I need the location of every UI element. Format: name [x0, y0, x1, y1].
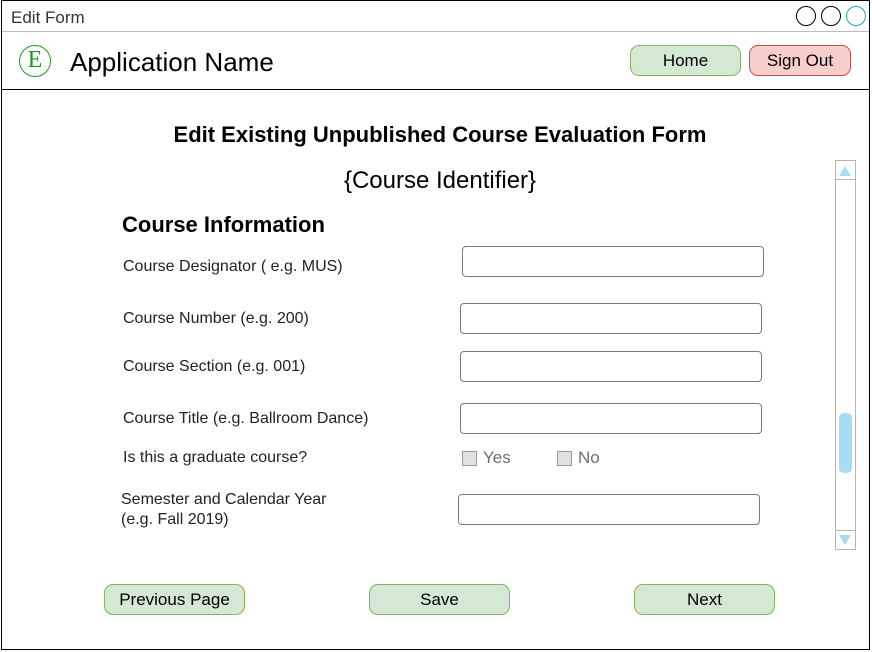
home-button[interactable]: Home [630, 45, 741, 76]
course-section-input[interactable] [460, 351, 762, 382]
course-number-label: Course Number (e.g. 200) [123, 310, 309, 327]
course-title-label: Course Title (e.g. Ballroom Dance) [123, 410, 369, 427]
previous-page-button[interactable]: Previous Page [104, 584, 245, 615]
scrollbar-thumb[interactable] [839, 413, 852, 473]
window-title: Edit Form [11, 8, 85, 27]
app-header: E Application Name Home Sign Out [2, 32, 869, 90]
yes-label: Yes [483, 448, 511, 467]
arrow-down-icon [839, 535, 851, 545]
maximize-button[interactable] [821, 6, 841, 26]
page-title: Edit Existing Unpublished Course Evaluat… [173, 122, 707, 147]
save-button[interactable]: Save [369, 584, 510, 615]
close-button[interactable] [846, 6, 866, 26]
title-bar: Edit Form [2, 1, 869, 32]
scroll-up-button[interactable] [836, 161, 855, 180]
app-logo-icon: E [19, 45, 51, 77]
course-identifier: {Course Identifier} [343, 167, 537, 194]
course-number-input[interactable] [460, 303, 762, 334]
yes-checkbox[interactable] [462, 451, 477, 466]
semester-label-line1: Semester and Calendar Year [121, 491, 327, 508]
graduate-question-label: Is this a graduate course? [123, 449, 308, 466]
scroll-down-button[interactable] [836, 530, 855, 549]
next-button[interactable]: Next [634, 584, 775, 615]
app-name: Application Name [70, 47, 274, 77]
course-designator-input[interactable] [462, 246, 764, 277]
arrow-up-icon [839, 166, 851, 176]
course-title-input[interactable] [460, 403, 762, 434]
semester-label-line2: (e.g. Fall 2019) [121, 511, 229, 528]
vertical-scrollbar[interactable] [835, 160, 856, 550]
section-title: Course Information [122, 212, 325, 237]
no-checkbox[interactable] [557, 451, 572, 466]
course-designator-label: Course Designator ( e.g. MUS) [123, 258, 343, 275]
minimize-button[interactable] [796, 6, 816, 26]
no-label: No [578, 448, 600, 467]
course-section-label: Course Section (e.g. 001) [123, 358, 306, 375]
semester-year-input[interactable] [458, 494, 760, 525]
sign-out-button[interactable]: Sign Out [749, 45, 851, 76]
